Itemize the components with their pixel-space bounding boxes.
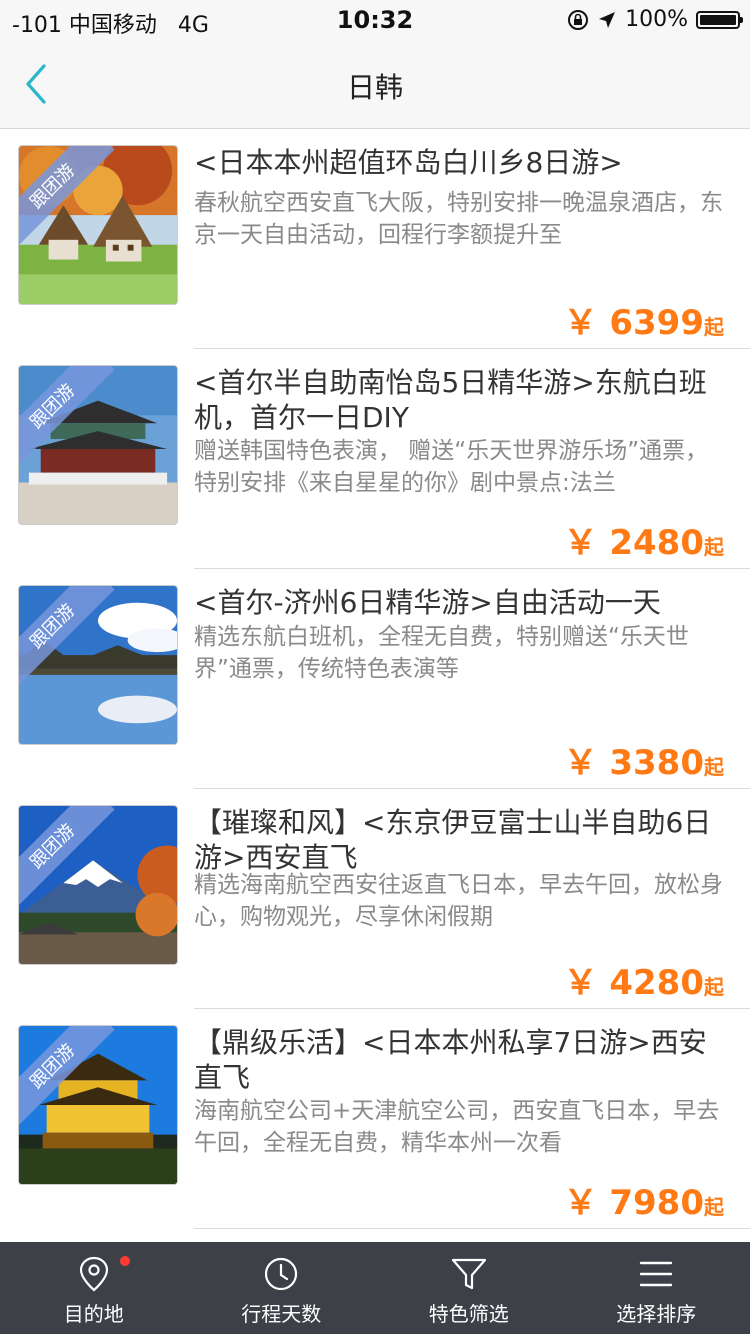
tab-destination[interactable]: 目的地 — [0, 1242, 188, 1334]
currency-symbol: ￥ — [563, 1183, 598, 1223]
rotation-lock-icon — [568, 9, 589, 30]
product-list: 跟团游 <日本本州超值环岛白川乡8日游> 春秋航空西安直飞大阪，特别安排一晚温泉… — [0, 129, 750, 1229]
product-description: 精选东航白班机，全程无自费，特别赠送“乐天世界”通票，传统特色表演等 — [194, 624, 689, 682]
currency-symbol: ￥ — [563, 743, 598, 783]
location-arrow-icon — [599, 11, 616, 28]
price-value: 2480 — [609, 523, 704, 563]
product-title: 【鼎级乐活】<日本本州私享7日游>西安直飞 — [194, 1026, 707, 1094]
battery-icon — [696, 10, 743, 29]
product-price: ￥ 6399起 — [564, 295, 724, 344]
bottom-tab-bar: 目的地 行程天数 特色筛选 选择排序 — [0, 1242, 750, 1334]
currency-symbol: ￥ — [563, 303, 598, 343]
status-right: 100% — [567, 7, 743, 32]
product-title: <首尔半自助南怡岛5日精华游>东航白班机，首尔一日DIY — [194, 366, 707, 434]
product-price: ￥ 2480起 — [564, 515, 724, 564]
product-item[interactable]: 跟团游 <首尔-济州6日精华游>自由活动一天 精选东航白班机，全程无自费，特别赠… — [0, 569, 750, 789]
price-value: 7980 — [609, 1183, 704, 1223]
currency-symbol: ￥ — [563, 963, 598, 1003]
tab-trip-days[interactable]: 行程天数 — [188, 1242, 376, 1334]
currency-symbol: ￥ — [563, 523, 598, 563]
product-price: ￥ 3380起 — [564, 735, 724, 784]
product-image: 跟团游 — [18, 365, 178, 525]
product-item[interactable]: 跟团游 【鼎级乐活】<日本本州私享7日游>西安直飞 海南航空公司+天津航空公司，… — [0, 1009, 750, 1229]
product-image: 跟团游 — [18, 805, 178, 965]
product-title: 【璀璨和风】<东京伊豆富士山半自助6日游>西安直飞 — [194, 806, 712, 874]
battery-percent: 100% — [625, 7, 688, 32]
price-value: 6399 — [609, 303, 704, 343]
status-bar: -101 中国移动 4G 10:32 100% — [0, 0, 750, 40]
product-image: 跟团游 — [18, 585, 178, 745]
tab-label: 特色筛选 — [428, 1302, 509, 1326]
product-item[interactable]: 跟团游 <首尔半自助南怡岛5日精华游>东航白班机，首尔一日DIY 赠送韩国特色表… — [0, 349, 750, 569]
product-title: <首尔-济州6日精华游>自由活动一天 — [194, 586, 661, 619]
price-value: 3380 — [609, 743, 704, 783]
product-image: 跟团游 — [18, 145, 178, 305]
filter-icon — [451, 1258, 486, 1290]
product-image: 跟团游 — [18, 1025, 178, 1185]
product-title: <日本本州超值环岛白川乡8日游> — [194, 146, 623, 179]
page-title: 日韩 — [346, 71, 403, 104]
tab-label: 目的地 — [63, 1302, 124, 1326]
product-description: 海南航空公司+天津航空公司，西安直飞日本，早去午回，全程无自费，精华本州一次看 — [194, 1098, 720, 1156]
location-pin-icon — [79, 1256, 108, 1292]
product-description: 春秋航空西安直飞大阪，特别安排一晚温泉酒店，东京一天自由活动，回程行李额提升至 — [194, 190, 723, 248]
price-value: 4280 — [609, 963, 704, 1003]
nav-bar: 日韩 — [0, 40, 750, 129]
notification-dot — [120, 1256, 130, 1266]
product-description: 赠送韩国特色表演， 赠送“乐天世界游乐场”通票，特别安排《来自星星的你》剧中景点… — [194, 438, 709, 496]
price-suffix: 起 — [704, 755, 724, 779]
price-suffix: 起 — [704, 535, 724, 559]
product-description: 精选海南航空西安往返直飞日本，早去午回，放松身心，购物观光，尽享休闲假期 — [194, 872, 723, 930]
divider — [194, 1228, 750, 1229]
tab-label: 行程天数 — [241, 1302, 322, 1326]
product-price: ￥ 7980起 — [564, 1175, 724, 1224]
menu-icon — [640, 1261, 673, 1287]
price-suffix: 起 — [704, 1195, 724, 1219]
product-item[interactable]: 跟团游 【璀璨和风】<东京伊豆富士山半自助6日游>西安直飞 精选海南航空西安往返… — [0, 789, 750, 1009]
product-item[interactable]: 跟团游 <日本本州超值环岛白川乡8日游> 春秋航空西安直飞大阪，特别安排一晚温泉… — [0, 129, 750, 349]
tab-feature-filter[interactable]: 特色筛选 — [375, 1242, 563, 1334]
tab-label: 选择排序 — [616, 1302, 697, 1326]
clock-icon — [265, 1257, 298, 1291]
price-suffix: 起 — [704, 975, 724, 999]
tab-sort[interactable]: 选择排序 — [563, 1242, 750, 1334]
price-suffix: 起 — [704, 315, 724, 339]
product-price: ￥ 4280起 — [564, 955, 724, 1004]
